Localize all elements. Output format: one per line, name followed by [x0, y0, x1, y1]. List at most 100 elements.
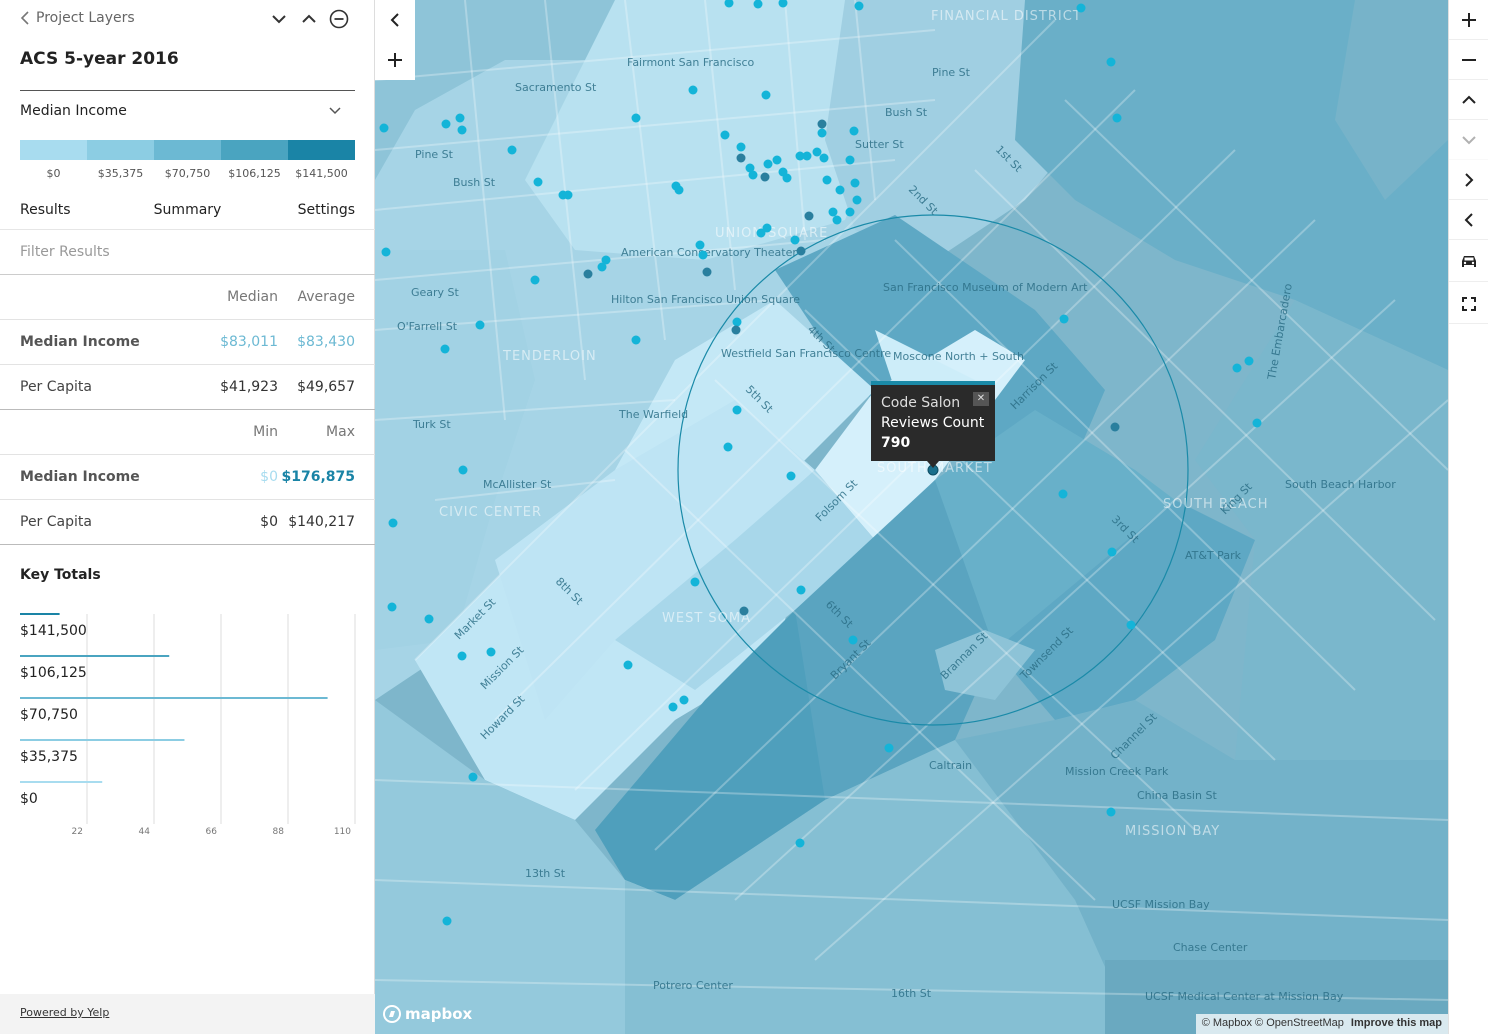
filter-results-input[interactable]: [20, 240, 355, 264]
business-point[interactable]: [1106, 57, 1116, 67]
business-point[interactable]: [736, 153, 746, 163]
business-point[interactable]: [790, 235, 800, 245]
business-point[interactable]: [786, 471, 796, 481]
business-point[interactable]: [486, 647, 496, 657]
business-point[interactable]: [475, 320, 485, 330]
business-point[interactable]: [1232, 363, 1242, 373]
pan-up-button[interactable]: [1449, 80, 1488, 120]
business-point[interactable]: [679, 695, 689, 705]
zoom-out-button[interactable]: [1449, 40, 1488, 80]
business-point[interactable]: [817, 128, 827, 138]
business-point[interactable]: [702, 267, 712, 277]
business-point[interactable]: [440, 344, 450, 354]
business-point[interactable]: [631, 335, 641, 345]
business-point[interactable]: [424, 614, 434, 624]
business-point[interactable]: [1112, 113, 1122, 123]
business-point[interactable]: [1106, 807, 1116, 817]
business-point[interactable]: [723, 442, 733, 452]
business-point[interactable]: [732, 317, 742, 327]
business-point[interactable]: [748, 170, 758, 180]
business-point[interactable]: [623, 660, 633, 670]
business-point[interactable]: [849, 126, 859, 136]
business-point[interactable]: [442, 916, 452, 926]
business-point[interactable]: [1058, 489, 1068, 499]
business-point[interactable]: [802, 151, 812, 161]
business-point[interactable]: [1244, 356, 1254, 366]
business-point[interactable]: [698, 250, 708, 260]
business-point[interactable]: [563, 190, 573, 200]
business-point[interactable]: [845, 207, 855, 217]
business-point[interactable]: [457, 125, 467, 135]
business-point[interactable]: [761, 90, 771, 100]
business-point[interactable]: [812, 147, 822, 157]
business-point[interactable]: [1126, 620, 1136, 630]
move-down-button[interactable]: [268, 8, 290, 30]
powered-by-yelp-link[interactable]: Powered by Yelp: [20, 1006, 109, 1019]
business-point[interactable]: [720, 130, 730, 140]
business-point[interactable]: [763, 159, 773, 169]
business-point[interactable]: [782, 173, 792, 183]
business-point[interactable]: [441, 119, 451, 129]
business-point[interactable]: [1110, 422, 1120, 432]
business-point[interactable]: [1252, 418, 1262, 428]
business-point[interactable]: [381, 247, 391, 257]
business-point[interactable]: [379, 123, 389, 133]
business-point[interactable]: [762, 223, 772, 233]
popup-close-button[interactable]: ✕: [973, 392, 989, 406]
business-point[interactable]: [388, 518, 398, 528]
business-point[interactable]: [688, 85, 698, 95]
business-point[interactable]: [852, 195, 862, 205]
mapbox-logo[interactable]: mapbox: [383, 1005, 472, 1023]
metric-dropdown[interactable]: Median Income: [20, 100, 355, 122]
zoom-in-button[interactable]: [1449, 0, 1488, 40]
improve-map-link[interactable]: Improve this map: [1351, 1017, 1442, 1029]
business-point[interactable]: [732, 405, 742, 415]
business-point[interactable]: [507, 145, 517, 155]
business-point[interactable]: [736, 142, 746, 152]
business-point[interactable]: [819, 153, 829, 163]
business-point[interactable]: [387, 602, 397, 612]
business-point[interactable]: [795, 838, 805, 848]
business-point[interactable]: [1107, 547, 1117, 557]
business-point[interactable]: [468, 772, 478, 782]
business-point[interactable]: [690, 577, 700, 587]
business-point[interactable]: [850, 178, 860, 188]
business-point[interactable]: [835, 185, 845, 195]
collapse-sidebar-button[interactable]: [375, 0, 415, 40]
map-canvas[interactable]: TENDERLOIN UNION SQUARE FINANCIAL DISTRI…: [375, 0, 1448, 1034]
business-point[interactable]: [668, 702, 678, 712]
business-point[interactable]: [731, 325, 741, 335]
business-point[interactable]: [828, 207, 838, 217]
business-point[interactable]: [739, 606, 749, 616]
business-point[interactable]: [832, 215, 842, 225]
map[interactable]: TENDERLOIN UNION SQUARE FINANCIAL DISTRI…: [375, 0, 1448, 1034]
business-point[interactable]: [1076, 3, 1086, 13]
business-point[interactable]: [457, 651, 467, 661]
business-point[interactable]: [884, 743, 894, 753]
business-point[interactable]: [631, 113, 641, 123]
move-up-button[interactable]: [298, 8, 320, 30]
business-point[interactable]: [854, 1, 864, 11]
business-point[interactable]: [822, 175, 832, 185]
business-point[interactable]: [796, 585, 806, 595]
business-point[interactable]: [533, 177, 543, 187]
pan-right-button[interactable]: [1449, 160, 1488, 200]
tab-results[interactable]: Results: [20, 190, 71, 230]
business-point[interactable]: [772, 155, 782, 165]
business-point[interactable]: [674, 185, 684, 195]
tab-settings[interactable]: Settings: [298, 190, 355, 230]
tab-summary[interactable]: Summary: [132, 190, 243, 230]
business-point[interactable]: [458, 465, 468, 475]
business-point[interactable]: [530, 275, 540, 285]
business-point[interactable]: [817, 119, 827, 129]
add-layer-button[interactable]: [375, 40, 415, 80]
breadcrumb-back[interactable]: Project Layers: [20, 10, 135, 26]
business-point[interactable]: [848, 635, 858, 645]
drive-time-button[interactable]: [1449, 242, 1488, 282]
fullscreen-button[interactable]: [1449, 284, 1488, 324]
business-point[interactable]: [597, 262, 607, 272]
business-point[interactable]: [583, 269, 593, 279]
business-point[interactable]: [796, 246, 806, 256]
business-point[interactable]: [804, 211, 814, 221]
business-point[interactable]: [760, 172, 770, 182]
